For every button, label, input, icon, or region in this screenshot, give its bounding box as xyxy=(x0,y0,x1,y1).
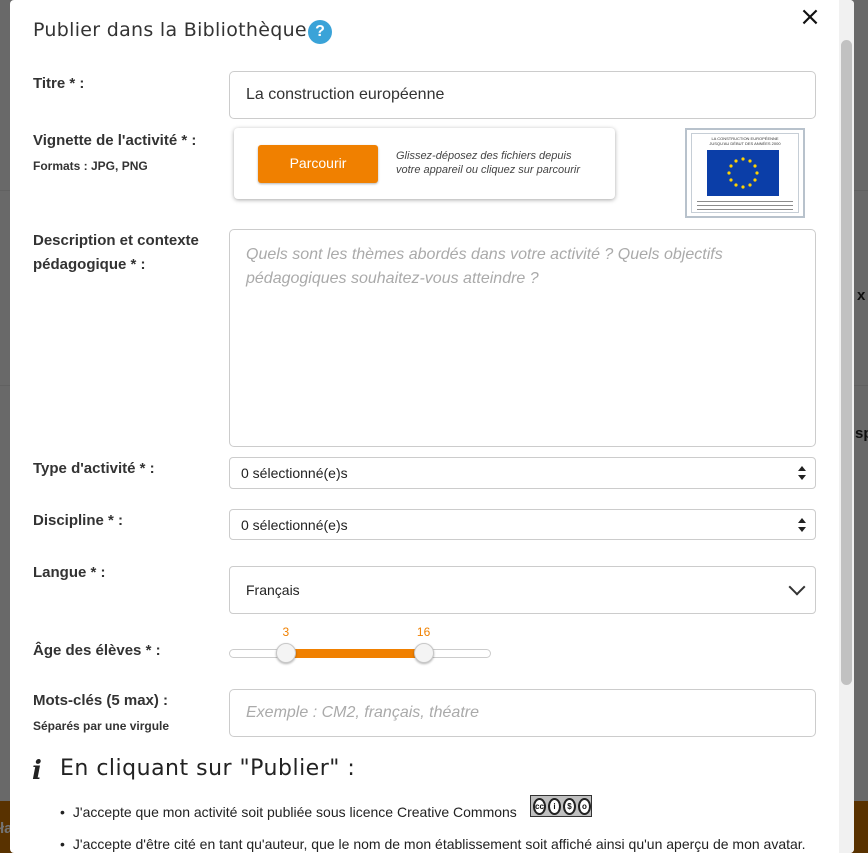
eu-stars xyxy=(727,157,759,189)
description-textarea[interactable]: Quels sont les thèmes abordés dans votre… xyxy=(229,229,816,447)
discipline-value: 0 sélectionné(e)s xyxy=(241,516,348,533)
thumbnail-text-line xyxy=(697,201,793,202)
discipline-select[interactable]: 0 sélectionné(e)s xyxy=(229,509,816,540)
age-min-handle[interactable] xyxy=(275,643,296,663)
description-label: Description et contexte pédagogique * : xyxy=(33,232,199,273)
keywords-placeholder: Exemple : CM2, français, théatre xyxy=(246,704,479,721)
publish-heading: En cliquant sur "Publier" : xyxy=(60,756,356,781)
sort-arrows-icon xyxy=(798,517,807,532)
age-max-handle[interactable] xyxy=(413,643,434,663)
scrollbar[interactable] xyxy=(839,0,854,853)
activity-type-value: 0 sélectionné(e)s xyxy=(241,465,348,481)
discipline-label: Discipline * : xyxy=(33,512,124,529)
cc-circle: cc xyxy=(533,797,546,815)
age-min-value: 3 xyxy=(282,625,290,639)
creative-commons-icon: cc i $ o xyxy=(530,795,592,817)
keywords-input[interactable]: Exemple : CM2, français, théatre xyxy=(229,689,816,737)
sort-arrows-icon xyxy=(798,466,807,480)
cc-sa-circle: o xyxy=(578,797,591,815)
dropzone-hint: Glissez-déposez des fichiers depuis votr… xyxy=(396,150,581,176)
browse-button[interactable]: Parcourir xyxy=(258,145,378,183)
title-input[interactable]: La construction européenne xyxy=(229,71,816,119)
publish-dialog: × Publier dans la Bibliothèque ? Titre *… xyxy=(10,0,854,853)
info-icon: i xyxy=(32,756,42,786)
title-label: Titre * : xyxy=(33,75,85,92)
cc-by-circle: i xyxy=(548,797,561,815)
thumbnail-text-line xyxy=(697,205,793,206)
keywords-sublabel: Séparés par une virgule xyxy=(33,719,170,733)
dialog-title: Publier dans la Bibliothèque xyxy=(33,19,307,41)
thumbnail-formats: Formats : JPG, PNG xyxy=(33,159,148,173)
age-range-slider[interactable]: 3 16 xyxy=(229,625,491,669)
language-value: Français xyxy=(246,582,300,598)
eu-flag-image xyxy=(707,150,779,196)
thumbnail-text-line xyxy=(697,209,793,210)
thumbnail-label: Vignette de l'activité * : xyxy=(33,132,197,149)
slider-selected-range xyxy=(285,649,424,658)
language-select[interactable]: Français xyxy=(229,566,816,614)
publish-term-item: J'accepte que mon activité soit publiée … xyxy=(60,804,517,820)
activity-type-label: Type d'activité * : xyxy=(33,460,155,477)
chevron-down-icon xyxy=(788,578,806,596)
thumbnail-preview: LA CONSTRUCTION EUROPÉENNE JUSQU'AU DÉBU… xyxy=(685,128,805,218)
title-input-value: La construction européenne xyxy=(246,86,445,103)
scrollbar-thumb[interactable] xyxy=(841,40,852,685)
language-label: Langue * : xyxy=(33,564,106,581)
age-max-value: 16 xyxy=(416,625,431,639)
file-dropzone[interactable]: Parcourir Glissez-déposez des fichiers d… xyxy=(234,128,615,199)
cc-nc-circle: $ xyxy=(563,797,576,815)
description-placeholder: Quels sont les thèmes abordés dans votre… xyxy=(246,246,723,287)
question-circle-icon[interactable]: ? xyxy=(308,20,332,44)
publish-term-item: J'accepte d'être cité en tant qu'auteur,… xyxy=(60,836,806,852)
activity-type-select[interactable]: 0 sélectionné(e)s xyxy=(229,457,816,489)
age-label: Âge des élèves * : xyxy=(33,642,161,659)
close-icon[interactable]: × xyxy=(798,4,822,30)
keywords-label: Mots-clés (5 max) : xyxy=(33,692,169,709)
thumbnail-caption: LA CONSTRUCTION EUROPÉENNE JUSQU'AU DÉBU… xyxy=(709,136,781,146)
